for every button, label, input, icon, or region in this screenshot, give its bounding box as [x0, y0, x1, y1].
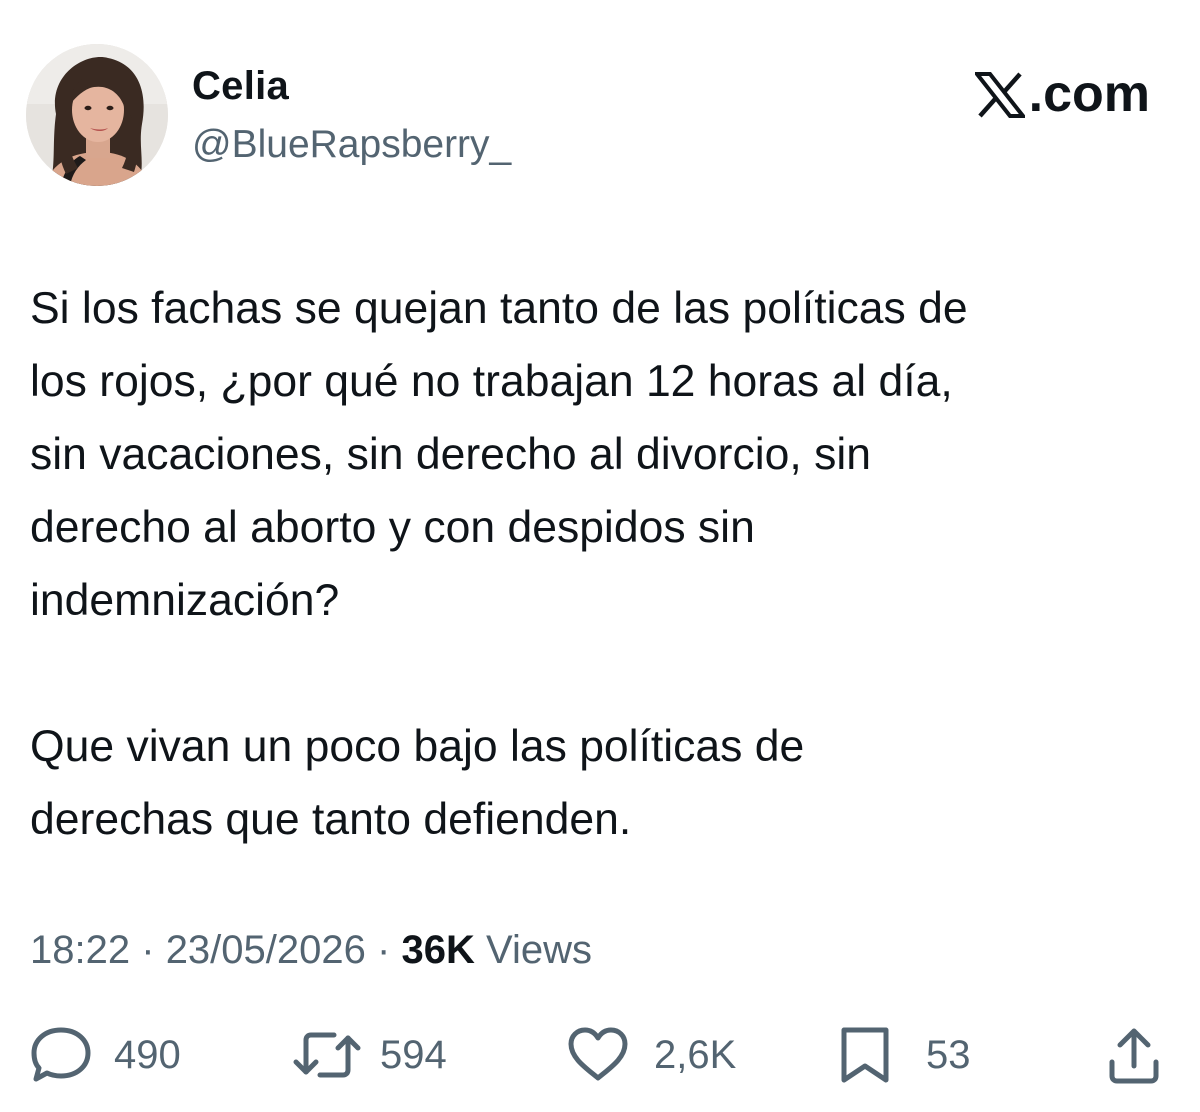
like-button[interactable]: 2,6K — [566, 1020, 736, 1090]
avatar-photo — [26, 44, 168, 186]
bookmark-count: 53 — [926, 1032, 971, 1077]
bookmark-icon — [836, 1026, 894, 1084]
views-count: 36K — [401, 928, 475, 972]
action-bar: 490 594 2,6K 53 — [0, 1020, 1200, 1090]
tweet-card: Celia @BlueRapsberry_ .com Si los fachas… — [0, 0, 1200, 1112]
tweet-text: Si los fachas se quejan tanto de las pol… — [30, 284, 968, 844]
tweet-meta: 18:22 · 23/05/2026 · 36K Views — [30, 926, 592, 974]
tweet-time[interactable]: 18:22 — [30, 928, 130, 972]
reply-icon — [30, 1026, 92, 1084]
brand-domain: .com — [1028, 65, 1150, 123]
tweet-date[interactable]: 23/05/2026 — [166, 928, 366, 972]
share-button[interactable] — [1106, 1020, 1162, 1090]
x-logo-icon — [972, 71, 1027, 118]
brand-logo: .com — [972, 65, 1150, 123]
reply-count: 490 — [114, 1032, 181, 1077]
views-label: Views — [485, 928, 592, 972]
repost-button[interactable]: 594 — [292, 1020, 447, 1090]
meta-separator: · — [141, 928, 155, 972]
meta-separator: · — [377, 928, 391, 972]
like-count: 2,6K — [654, 1032, 737, 1077]
bookmark-button[interactable]: 53 — [836, 1020, 971, 1090]
avatar[interactable] — [26, 44, 168, 186]
heart-icon — [566, 1026, 630, 1084]
author-handle[interactable]: @BlueRapsberry_ — [192, 122, 511, 168]
reply-button[interactable]: 490 — [30, 1020, 181, 1090]
share-icon — [1106, 1026, 1162, 1084]
repost-count: 594 — [380, 1032, 447, 1077]
author-name[interactable]: Celia — [192, 62, 289, 110]
repost-icon — [292, 1026, 362, 1084]
